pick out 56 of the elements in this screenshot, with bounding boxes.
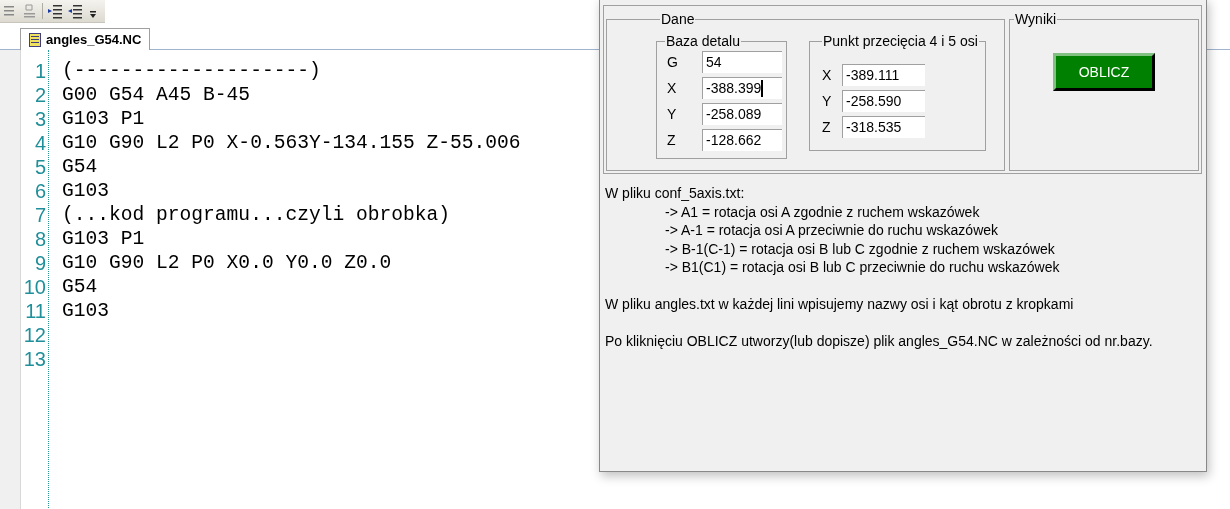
info-item: -> B-1(C-1) = rotacja osi B lub C zgodnie z ruchem wskazówek — [664, 239, 1056, 258]
input-field[interactable]: 54 — [702, 51, 782, 73]
code-line: G54 — [62, 275, 99, 299]
info-text: W pliku angles.txt w każdej lini wpisujemy nazwy osi i kąt obrotu z kropkami — [605, 295, 1075, 314]
line-number: 2 — [33, 83, 47, 107]
info-item: -> B1(C1) = rotacja osi B lub C przeciwnie do ruchu wskazówek — [664, 258, 1061, 277]
line-number: 5 — [33, 155, 47, 179]
line-number: 7 — [33, 203, 47, 227]
info-text: W pliku conf_5axis.txt: — [605, 184, 746, 203]
field-label: Y — [821, 93, 833, 109]
code-line: G10 G90 L2 P0 X0.0 Y0.0 Z0.0 — [62, 251, 393, 275]
line-number: 10 — [22, 275, 47, 299]
indent-icon[interactable] — [48, 4, 62, 18]
line-number: 4 — [33, 131, 47, 155]
input-field[interactable]: -389.111 — [842, 64, 925, 86]
input-field[interactable]: -258.089 — [702, 103, 782, 125]
code-line: (...kod programu...czyli obrobka) — [62, 203, 452, 227]
line-number: 9 — [33, 251, 47, 275]
line-number: 12 — [22, 323, 47, 347]
list-icon[interactable] — [4, 5, 14, 15]
group-title: Baza detalu — [665, 33, 741, 49]
line-number: 13 — [22, 347, 47, 371]
input-field[interactable]: -318.535 — [842, 116, 925, 138]
code-line: G00 G54 A45 B-45 — [62, 83, 252, 107]
calculate-button[interactable]: OBLICZ — [1053, 53, 1155, 91]
input-field[interactable]: -388.399 — [702, 77, 782, 99]
code-line: G10 G90 L2 P0 X-0.563Y-134.155 Z-55.006 — [62, 131, 521, 155]
field-label: X — [666, 80, 678, 96]
code-line: G103 — [62, 299, 111, 323]
input-field[interactable]: -258.590 — [842, 90, 925, 112]
overflow-icon[interactable] — [89, 10, 97, 20]
code-line: G103 — [62, 179, 111, 203]
group-title: Punkt przecięcia 4 i 5 osi — [822, 33, 979, 49]
outdent-icon[interactable] — [68, 4, 82, 18]
code-line: G103 P1 — [62, 227, 146, 251]
line-number: 8 — [33, 227, 47, 251]
file-tab[interactable]: angles_G54.NC — [20, 28, 151, 50]
field-label: Z — [666, 132, 677, 148]
info-item: -> A-1 = rotacja osi A przeciwnie do ruchu wskazówek — [664, 221, 1000, 240]
input-field[interactable]: -128.662 — [702, 129, 782, 151]
field-label: G — [666, 54, 679, 70]
field-label: Z — [821, 119, 832, 135]
document-icon — [29, 32, 41, 47]
group-title: Dane — [660, 11, 696, 27]
info-item: -> A1 = rotacja osi A zgodnie z ruchem wskazówek — [664, 202, 981, 221]
info-text: Po kliknięciu OBLICZ utworzy(lub dopisze) plik angles_G54.NC w zależności od nr.bazy. — [605, 332, 1154, 351]
field-label: X — [821, 67, 833, 83]
code-line: G54 — [62, 155, 99, 179]
line-number: 3 — [33, 107, 47, 131]
line-number: 6 — [33, 179, 47, 203]
code-line: G103 P1 — [62, 107, 146, 131]
field-label: Y — [666, 106, 678, 122]
group-title: Wyniki — [1014, 11, 1058, 27]
line-number: 1 — [33, 59, 47, 83]
line-number: 11 — [24, 299, 47, 323]
code-line: (--------------------) — [62, 59, 322, 83]
